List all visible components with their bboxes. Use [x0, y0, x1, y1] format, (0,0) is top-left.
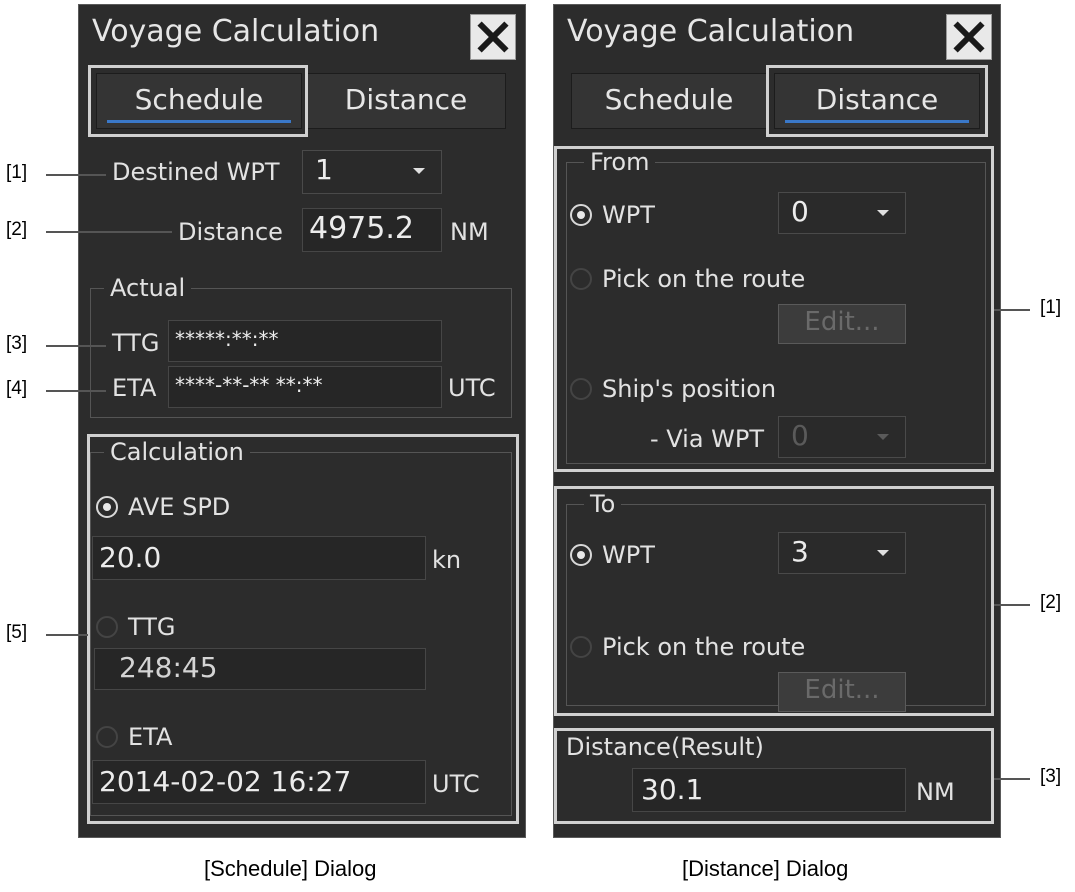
to-wpt-radio[interactable]: [570, 544, 592, 566]
tab-schedule[interactable]: Schedule: [571, 73, 767, 129]
annotation-leader: [46, 634, 88, 636]
distance-label: Distance: [178, 218, 283, 246]
actual-ttg-label: TTG: [112, 329, 160, 357]
actual-ttg-value: *****:**:**: [168, 320, 442, 362]
from-pick-radio[interactable]: [570, 268, 592, 290]
chevron-down-icon: [877, 210, 889, 216]
distance-result-value: 30.1: [632, 768, 906, 812]
distance-caption: [Distance] Dialog: [682, 856, 849, 881]
from-pick-label: Pick on the route: [602, 265, 806, 293]
distance-result-label: Distance(Result): [566, 733, 764, 761]
chevron-down-icon: [877, 434, 889, 440]
ttg-radio[interactable]: [96, 616, 118, 638]
annotation-leader: [46, 390, 106, 392]
from-wpt-radio[interactable]: [570, 204, 592, 226]
ave-spd-input[interactable]: 20.0: [92, 536, 426, 580]
highlight-frame: [88, 65, 308, 137]
destined-wpt-dropdown[interactable]: 1: [302, 150, 442, 194]
annotation-leader: [46, 345, 106, 347]
destined-wpt-label: Destined WPT: [112, 158, 280, 186]
annotation-leader: [994, 778, 1030, 780]
ave-spd-label: AVE SPD: [128, 493, 231, 521]
to-pick-label: Pick on the route: [602, 633, 806, 661]
to-pick-radio[interactable]: [570, 636, 592, 658]
annotation-5: [5]: [6, 622, 28, 643]
annotation-1: [1]: [6, 162, 28, 183]
ttg-input[interactable]: 248:45: [94, 648, 426, 690]
actual-eta-value: ****-**-** **:**: [168, 366, 442, 408]
eta-radio[interactable]: [96, 726, 118, 748]
ttg-label: TTG: [128, 613, 176, 641]
ship-position-label: Ship's position: [602, 375, 777, 403]
via-wpt-dropdown[interactable]: 0: [778, 416, 906, 458]
eta-input[interactable]: 2014-02-02 16:27: [92, 760, 426, 804]
distance-unit: NM: [450, 218, 489, 246]
to-edit-button[interactable]: Edit...: [778, 672, 906, 712]
annotation-2: [2]: [6, 219, 28, 240]
from-wpt-label: WPT: [602, 201, 655, 229]
to-wpt-label: WPT: [602, 541, 655, 569]
actual-eta-label: ETA: [112, 374, 157, 402]
ave-spd-unit: kn: [432, 546, 462, 574]
distance-result-unit: NM: [916, 778, 955, 806]
schedule-caption: [Schedule] Dialog: [204, 856, 377, 881]
annotation-leader: [46, 174, 106, 176]
dialog-title: Voyage Calculation: [92, 14, 380, 49]
close-button[interactable]: [470, 14, 516, 60]
via-wpt-label: - Via WPT: [650, 425, 765, 453]
annotation-4: [4]: [6, 378, 28, 399]
highlight-frame: [554, 146, 994, 472]
distance-value: 4975.2: [302, 208, 442, 252]
to-wpt-dropdown[interactable]: 3: [778, 532, 906, 574]
ave-spd-radio[interactable]: [96, 496, 118, 518]
actual-group-title: Actual: [104, 274, 192, 302]
annotation-1: [1]: [1040, 297, 1062, 318]
chevron-down-icon: [413, 168, 425, 174]
annotation-leader: [46, 231, 172, 233]
highlight-frame: [766, 65, 988, 137]
eta-unit: UTC: [432, 770, 480, 798]
annotation-2: [2]: [1040, 592, 1062, 613]
annotation-leader: [994, 604, 1030, 606]
chevron-down-icon: [877, 550, 889, 556]
close-button[interactable]: [946, 14, 992, 60]
annotation-3: [3]: [1040, 766, 1062, 787]
actual-eta-unit: UTC: [448, 374, 496, 402]
dialog-title: Voyage Calculation: [567, 14, 855, 49]
annotation-3: [3]: [6, 333, 28, 354]
from-edit-button[interactable]: Edit...: [778, 304, 906, 344]
annotation-leader: [994, 309, 1030, 311]
tab-distance[interactable]: Distance: [306, 73, 506, 129]
highlight-frame: [554, 486, 994, 716]
ship-position-radio[interactable]: [570, 378, 592, 400]
from-wpt-dropdown[interactable]: 0: [778, 192, 906, 234]
eta-label: ETA: [128, 723, 173, 751]
